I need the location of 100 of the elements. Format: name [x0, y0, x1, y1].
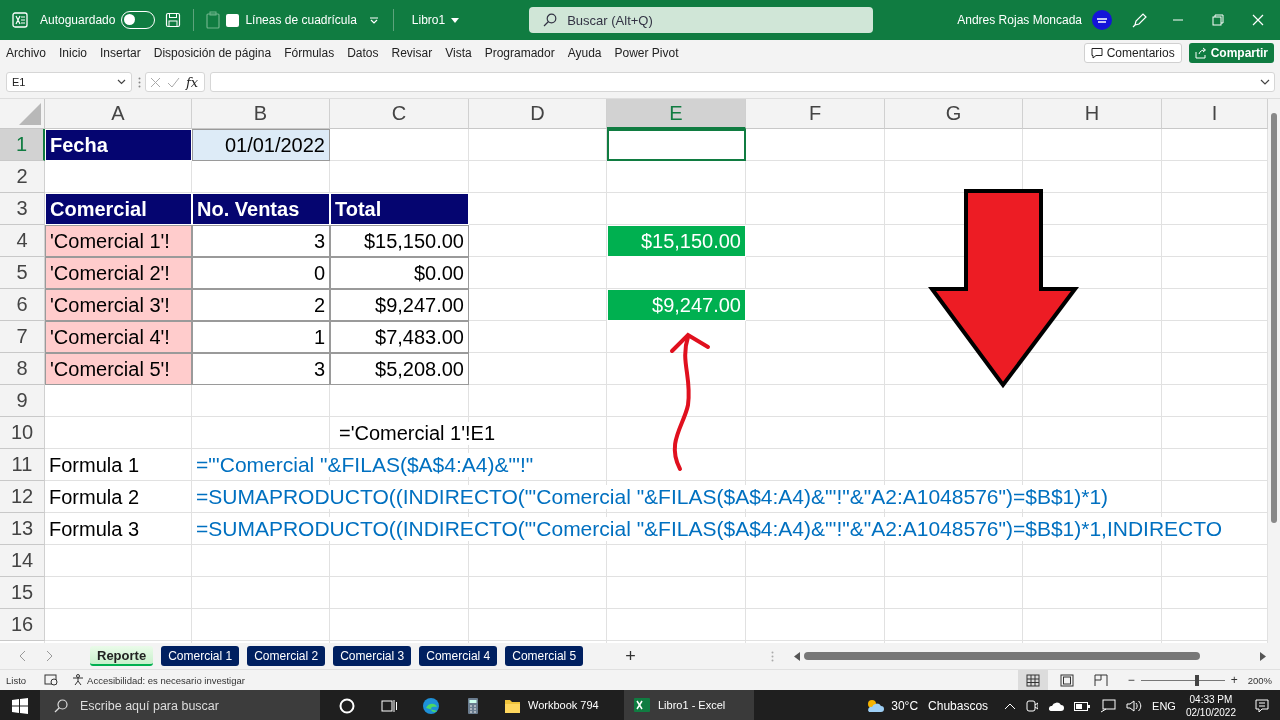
comments-button[interactable]: Comentarios: [1083, 43, 1182, 63]
insert-function-button[interactable]: fx: [186, 74, 199, 90]
taskbar-app[interactable]: Libro1 - Excel: [624, 690, 754, 720]
row-header[interactable]: 4: [0, 225, 45, 257]
taskbar-app[interactable]: Workbook 794: [494, 690, 624, 720]
share-button[interactable]: Compartir: [1188, 43, 1274, 63]
sheet-tab[interactable]: Comercial 3: [333, 646, 412, 666]
row-header[interactable]: 16: [0, 609, 45, 641]
save-icon[interactable]: [165, 12, 182, 28]
gridlines-checkbox[interactable]: [226, 13, 240, 27]
page-break-icon[interactable]: [1093, 673, 1108, 687]
column-header[interactable]: A: [45, 99, 192, 129]
ribbon-tab[interactable]: Inicio: [59, 46, 88, 60]
column-header[interactable]: G: [885, 99, 1023, 129]
meeting-icon[interactable]: [1026, 699, 1039, 713]
column-header[interactable]: C: [330, 99, 469, 129]
pen-icon[interactable]: [1132, 12, 1148, 28]
row-header[interactable]: 14: [0, 545, 45, 577]
table-cell-text: Formula 3: [48, 516, 141, 542]
column-header[interactable]: D: [469, 99, 607, 129]
sheet-tab[interactable]: Comercial 2: [247, 646, 326, 666]
weather-text[interactable]: Chubascos: [928, 699, 989, 713]
scroll-right-icon[interactable]: [1260, 651, 1266, 661]
sheet-tab[interactable]: Comercial 1: [161, 646, 240, 666]
scrollbar-thumb[interactable]: [1271, 113, 1277, 523]
taskbar-search[interactable]: Escribe aquí para buscar: [40, 690, 320, 720]
file-name[interactable]: Libro1: [411, 13, 446, 27]
speaker-icon[interactable]: [1126, 699, 1143, 713]
close-icon[interactable]: [1252, 14, 1264, 26]
add-sheet-button[interactable]: +: [625, 645, 636, 667]
zoom-in-button[interactable]: +: [1230, 673, 1238, 687]
task-view-icon[interactable]: [380, 697, 398, 715]
zoom-out-button[interactable]: −: [1127, 673, 1135, 687]
row-header[interactable]: 15: [0, 577, 45, 609]
avatar-icon[interactable]: [1092, 10, 1112, 30]
ribbon-tab[interactable]: Fórmulas: [284, 46, 335, 60]
sheet-tab[interactable]: Comercial 4: [419, 646, 498, 666]
ribbon-tab[interactable]: Ayuda: [567, 46, 602, 60]
formula-input[interactable]: [210, 72, 1275, 92]
previous-icon[interactable]: [18, 650, 26, 662]
row-header[interactable]: 10: [0, 417, 45, 449]
row-header[interactable]: 9: [0, 385, 45, 417]
grid-icon[interactable]: [1025, 673, 1040, 687]
scroll-left-icon[interactable]: [794, 651, 800, 661]
row-header[interactable]: 5: [0, 257, 45, 289]
row-header[interactable]: 3: [0, 193, 45, 225]
column-header[interactable]: F: [746, 99, 885, 129]
caret-icon[interactable]: [368, 16, 379, 24]
accessibility-status[interactable]: Accesibilidad: es necesario investigar: [87, 674, 245, 686]
ribbon-tab[interactable]: Power Pivot: [614, 46, 679, 60]
zoom-slider-thumb[interactable]: [1194, 674, 1199, 686]
clipboard-icon[interactable]: [206, 11, 221, 29]
row-header[interactable]: 6: [0, 289, 45, 321]
scrollbar-thumb[interactable]: [804, 652, 1200, 660]
chevron-up-icon[interactable]: [1004, 702, 1017, 710]
row-header[interactable]: 8: [0, 353, 45, 385]
row-header[interactable]: 11: [0, 449, 45, 481]
cortana-icon[interactable]: [338, 697, 356, 715]
caret-icon[interactable]: [451, 17, 460, 23]
sheet-tab[interactable]: Reporte: [90, 646, 154, 666]
accessibility-icon[interactable]: [72, 674, 85, 686]
name-box[interactable]: E1: [6, 72, 132, 92]
excel-icon[interactable]: [12, 12, 28, 28]
column-header[interactable]: H: [1023, 99, 1162, 129]
sheet-tab[interactable]: Comercial 5: [505, 646, 584, 666]
next-icon[interactable]: [46, 650, 54, 662]
more-icon[interactable]: [138, 76, 141, 88]
ribbon-tab[interactable]: Insertar: [100, 46, 141, 60]
browser-icon[interactable]: [422, 697, 440, 715]
cloud-icon[interactable]: [1048, 701, 1065, 711]
row-header[interactable]: 7: [0, 321, 45, 353]
row-header[interactable]: 13: [0, 513, 45, 545]
notification-icon[interactable]: [1254, 698, 1270, 714]
ribbon-tab[interactable]: Revisar: [391, 46, 433, 60]
row-header[interactable]: 12: [0, 481, 45, 513]
clock[interactable]: 04:33 PM 02/10/2022: [1185, 693, 1236, 719]
column-header[interactable]: I: [1162, 99, 1268, 129]
weather-icon[interactable]: [865, 698, 886, 714]
ribbon-tab[interactable]: Programador: [484, 46, 555, 60]
ribbon-tab[interactable]: Disposición de página: [153, 46, 272, 60]
check-icon[interactable]: [167, 76, 180, 88]
search-field[interactable]: Buscar (Alt+Q): [529, 7, 874, 33]
macro-icon[interactable]: [44, 674, 59, 686]
ribbon-tab[interactable]: Archivo: [6, 46, 46, 60]
restore-icon[interactable]: [1212, 14, 1224, 26]
page-icon[interactable]: [1059, 673, 1074, 687]
zoom-level[interactable]: 200%: [1247, 674, 1272, 686]
row-header[interactable]: 2: [0, 161, 45, 193]
column-header[interactable]: B: [192, 99, 330, 129]
row-header[interactable]: 1: [0, 129, 45, 161]
temperature[interactable]: 30°C: [891, 699, 919, 713]
network-icon[interactable]: [1100, 699, 1117, 713]
ribbon-tab[interactable]: Datos: [347, 46, 379, 60]
language-indicator[interactable]: ENG: [1152, 700, 1176, 712]
ribbon-tab[interactable]: Vista: [445, 46, 472, 60]
battery-icon[interactable]: [1074, 701, 1091, 711]
windows-icon[interactable]: [12, 698, 28, 714]
spreadsheet-icon: [634, 697, 650, 713]
active-cell[interactable]: [607, 129, 746, 161]
search-icon: [54, 699, 68, 713]
